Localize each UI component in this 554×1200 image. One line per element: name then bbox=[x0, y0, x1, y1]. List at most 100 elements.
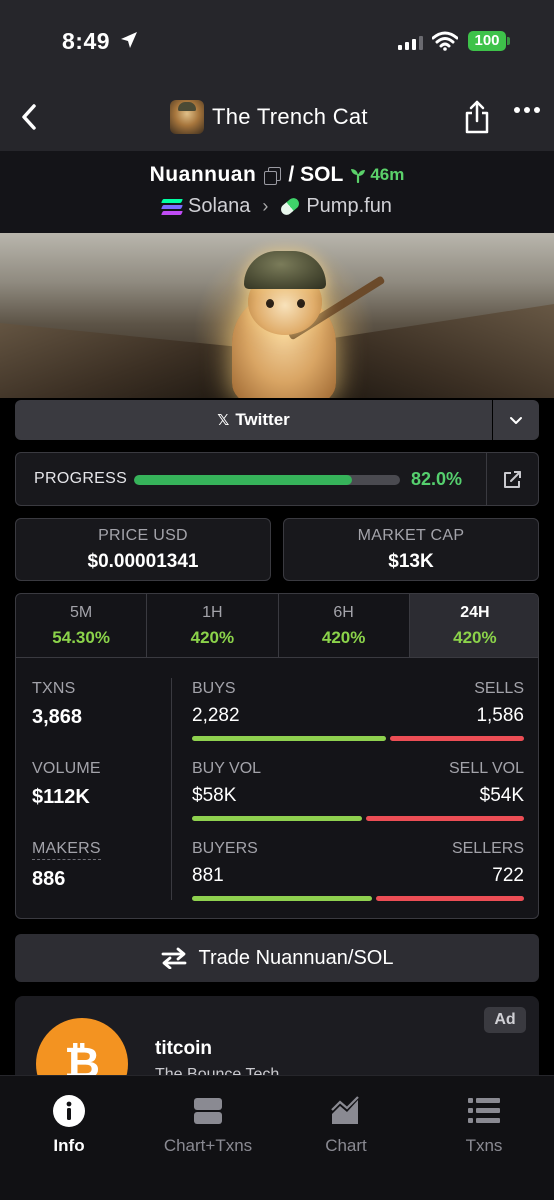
tab-label: Info bbox=[53, 1136, 85, 1155]
x-logo-icon: 𝕏 bbox=[217, 412, 230, 429]
market-cap-label: MARKET CAP bbox=[357, 527, 465, 544]
back-button[interactable] bbox=[14, 99, 44, 135]
status-bar: 8:49 100 bbox=[0, 0, 554, 85]
price-value: $0.00001341 bbox=[87, 551, 199, 572]
price-label: PRICE USD bbox=[98, 527, 188, 544]
cat-eye bbox=[297, 299, 305, 308]
timeframe-tabs: 5M 54.30% 1H 420% 6H 420% 24H 420% bbox=[16, 594, 538, 658]
txns-metric: TXNS 3,868 bbox=[32, 680, 82, 729]
buyers-label: BUYERS bbox=[192, 840, 258, 857]
buyers-ratio-bar bbox=[192, 896, 524, 901]
tab-label: Txns bbox=[465, 1136, 503, 1155]
pair-age-badge: 46m bbox=[349, 165, 404, 185]
txns-value: 3,868 bbox=[32, 706, 83, 728]
battery-tip bbox=[507, 37, 510, 45]
market-cap-card: MARKET CAP $13K bbox=[283, 518, 539, 581]
tab-24h[interactable]: 24H 420% bbox=[409, 594, 538, 657]
helmet bbox=[244, 251, 326, 289]
progress-bar-fill bbox=[134, 475, 353, 485]
price-change: 420% bbox=[453, 628, 497, 647]
volume-ratio-bar bbox=[192, 816, 524, 821]
divider bbox=[486, 453, 487, 505]
tab-label: Chart bbox=[325, 1136, 367, 1155]
twitter-link-button[interactable]: 𝕏 Twitter bbox=[15, 400, 492, 440]
price-usd-card: PRICE USD $0.00001341 bbox=[15, 518, 271, 581]
sells-value: 1,586 bbox=[476, 705, 524, 726]
buys-sells-ratio-bar bbox=[192, 736, 524, 741]
timeframe-label: 5M bbox=[70, 604, 93, 621]
price-change: 420% bbox=[190, 628, 235, 647]
timeframe-label: 6H bbox=[333, 604, 354, 621]
buy-vol-value: $58K bbox=[192, 785, 237, 806]
tab-1h[interactable]: 1H 420% bbox=[147, 594, 279, 657]
copy-icon[interactable] bbox=[264, 167, 282, 185]
clock: 8:49 bbox=[62, 28, 111, 54]
list-icon bbox=[419, 1094, 549, 1128]
volume-metric: VOLUME $112K bbox=[32, 760, 101, 809]
chevron-down-icon bbox=[510, 416, 522, 424]
progress-label: PROGRESS bbox=[34, 470, 128, 487]
market-cap-value: $13K bbox=[388, 551, 434, 572]
more-options-button[interactable] bbox=[514, 107, 540, 113]
tab-5m[interactable]: 5M 54.30% bbox=[16, 594, 148, 657]
tab-chart-txns[interactable]: Chart+Txns bbox=[143, 1094, 273, 1156]
tab-label: Chart+Txns bbox=[163, 1136, 253, 1155]
trade-pair-button[interactable]: Trade Nuannuan/SOL bbox=[15, 934, 539, 982]
dot bbox=[524, 107, 530, 113]
solana-icon bbox=[161, 198, 183, 215]
trade-label: Trade Nuannuan/SOL bbox=[198, 946, 394, 969]
twitter-label: Twitter bbox=[235, 410, 290, 429]
tab-6h[interactable]: 6H 420% bbox=[279, 594, 410, 657]
external-link-icon[interactable] bbox=[502, 470, 522, 490]
seedling-icon bbox=[351, 169, 366, 183]
page-title: The Trench Cat bbox=[212, 104, 368, 129]
tab-txns[interactable]: Txns bbox=[419, 1094, 549, 1156]
sell-vol-value: $54K bbox=[479, 785, 524, 806]
share-button[interactable] bbox=[462, 99, 492, 135]
buy-ratio-bar bbox=[192, 816, 362, 821]
buys-value: 2,282 bbox=[192, 705, 240, 726]
chain-name[interactable]: Solana bbox=[188, 195, 250, 218]
sellers-label: SELLERS bbox=[451, 840, 524, 857]
pill-icon bbox=[279, 195, 302, 218]
bottom-tab-bar: Info Chart+Txns Chart Txns bbox=[0, 1075, 554, 1200]
location-arrow-icon bbox=[121, 32, 137, 48]
divider bbox=[171, 678, 172, 900]
buy-vol-label: BUY VOL bbox=[192, 760, 262, 777]
buy-ratio-bar bbox=[192, 736, 386, 741]
txns-label: TXNS bbox=[32, 680, 76, 697]
dot bbox=[534, 107, 540, 113]
progress-bar bbox=[134, 475, 400, 485]
tab-chart[interactable]: Chart bbox=[281, 1094, 411, 1156]
sell-ratio-bar bbox=[376, 896, 524, 901]
timeframe-label: 24H bbox=[460, 604, 490, 621]
pair-separator: / bbox=[288, 163, 295, 186]
buys-label: BUYS bbox=[192, 680, 236, 697]
chevron-left-icon bbox=[22, 104, 36, 130]
progress-value: 82.0% bbox=[411, 469, 463, 489]
cellular-signal-icon bbox=[398, 35, 423, 50]
sell-ratio-bar bbox=[390, 736, 524, 741]
timeframe-label: 1H bbox=[202, 604, 223, 621]
chain-breadcrumb: Solana › Pump.fun bbox=[0, 195, 554, 218]
area-chart-icon bbox=[281, 1094, 411, 1128]
token-banner-image bbox=[0, 233, 554, 398]
price-change: 54.30% bbox=[52, 628, 110, 647]
buy-ratio-bar bbox=[192, 896, 372, 901]
buyers-value: 881 bbox=[192, 865, 224, 886]
nav-bar: The Trench Cat bbox=[0, 85, 554, 151]
quote-token-symbol: SOL bbox=[300, 163, 344, 186]
sells-label: SELLS bbox=[474, 680, 524, 697]
share-icon bbox=[465, 100, 489, 134]
makers-label[interactable]: MAKERS bbox=[32, 840, 101, 860]
trench-left bbox=[0, 323, 250, 398]
links-dropdown-button[interactable] bbox=[493, 400, 539, 440]
wifi-icon bbox=[432, 31, 458, 51]
price-change: 420% bbox=[321, 628, 366, 647]
sellers-value: 722 bbox=[492, 865, 524, 886]
tab-info[interactable]: Info bbox=[4, 1094, 134, 1156]
battery-indicator: 100 bbox=[468, 31, 506, 51]
dex-name[interactable]: Pump.fun bbox=[306, 195, 392, 218]
volume-label: VOLUME bbox=[32, 760, 101, 777]
trading-stats-card: 5M 54.30% 1H 420% 6H 420% 24H 420% TXNS … bbox=[15, 593, 539, 919]
